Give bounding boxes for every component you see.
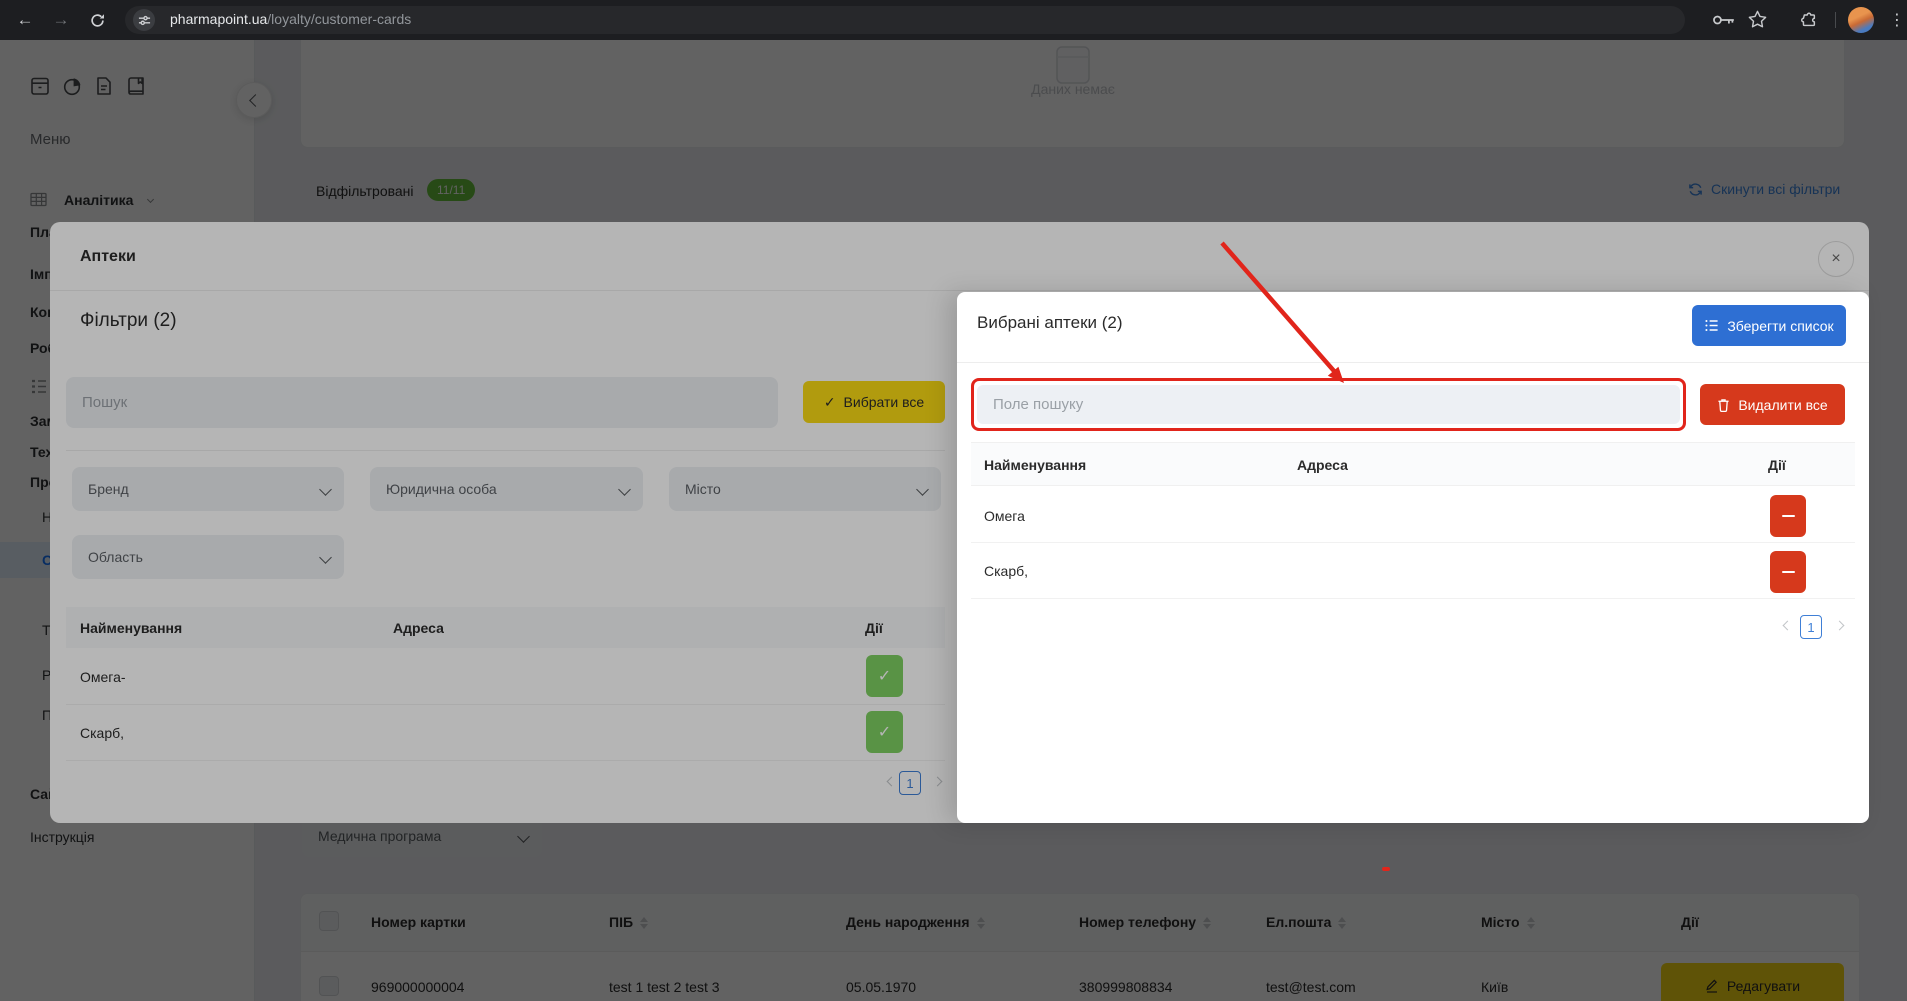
divider	[971, 542, 1855, 543]
column-header: Дії	[1768, 457, 1786, 473]
screen: ← → pharmapoint.ua/loyalty/customer-card…	[0, 0, 1907, 1001]
toolbar-separator	[1835, 12, 1836, 28]
extensions-puzzle-icon[interactable]	[1798, 10, 1818, 30]
url-domain: pharmapoint.ua	[170, 11, 268, 27]
pagination-prev-icon[interactable]	[1782, 620, 1793, 631]
browser-forward-button[interactable]: →	[48, 7, 74, 33]
delete-all-button[interactable]: Видалити все	[1700, 384, 1845, 425]
address-bar[interactable]: pharmapoint.ua/loyalty/customer-cards	[125, 6, 1685, 34]
column-header: Адреса	[1297, 457, 1348, 473]
password-key-icon[interactable]	[1712, 13, 1736, 27]
url-path: /loyalty/customer-cards	[267, 11, 412, 27]
bookmark-star-icon[interactable]	[1747, 9, 1768, 30]
cell-pharmacy-name: Скарб,	[984, 563, 1029, 579]
selected-search-input[interactable]	[977, 385, 1680, 424]
selected-table-header-row	[971, 442, 1855, 486]
remove-pharmacy-button[interactable]	[1770, 551, 1806, 593]
column-header: Найменування	[984, 457, 1087, 473]
browser-back-button[interactable]: ←	[12, 7, 38, 33]
remove-pharmacy-button[interactable]	[1770, 495, 1806, 537]
divider	[971, 598, 1855, 599]
url-text: pharmapoint.ua/loyalty/customer-cards	[170, 11, 411, 27]
pagination-page-1[interactable]: 1	[1800, 615, 1822, 639]
minus-icon	[1781, 514, 1795, 518]
selected-pharmacies-panel: Вибрані аптеки (2) Зберегти список Видал…	[957, 292, 1869, 823]
minus-icon	[1781, 570, 1795, 574]
trash-icon	[1717, 398, 1730, 412]
divider	[957, 362, 1869, 363]
cell-pharmacy-name: Омега	[984, 508, 1025, 524]
app-page: Меню Аналітика Пла Імп Кон Роб Зам Тех П…	[0, 40, 1907, 1001]
browser-menu-kebab-icon[interactable]: ⋮	[1884, 7, 1907, 33]
profile-avatar[interactable]	[1848, 7, 1874, 33]
ordered-list-icon	[1704, 318, 1719, 333]
save-list-button[interactable]: Зберегти список	[1692, 305, 1846, 346]
site-settings-icon[interactable]	[133, 9, 155, 31]
panel-title: Вибрані аптеки (2)	[977, 313, 1123, 332]
pagination-next-icon[interactable]	[1834, 620, 1845, 631]
browser-toolbar: ← → pharmapoint.ua/loyalty/customer-card…	[0, 0, 1907, 40]
reload-icon	[89, 12, 106, 29]
browser-reload-button[interactable]	[84, 7, 110, 33]
